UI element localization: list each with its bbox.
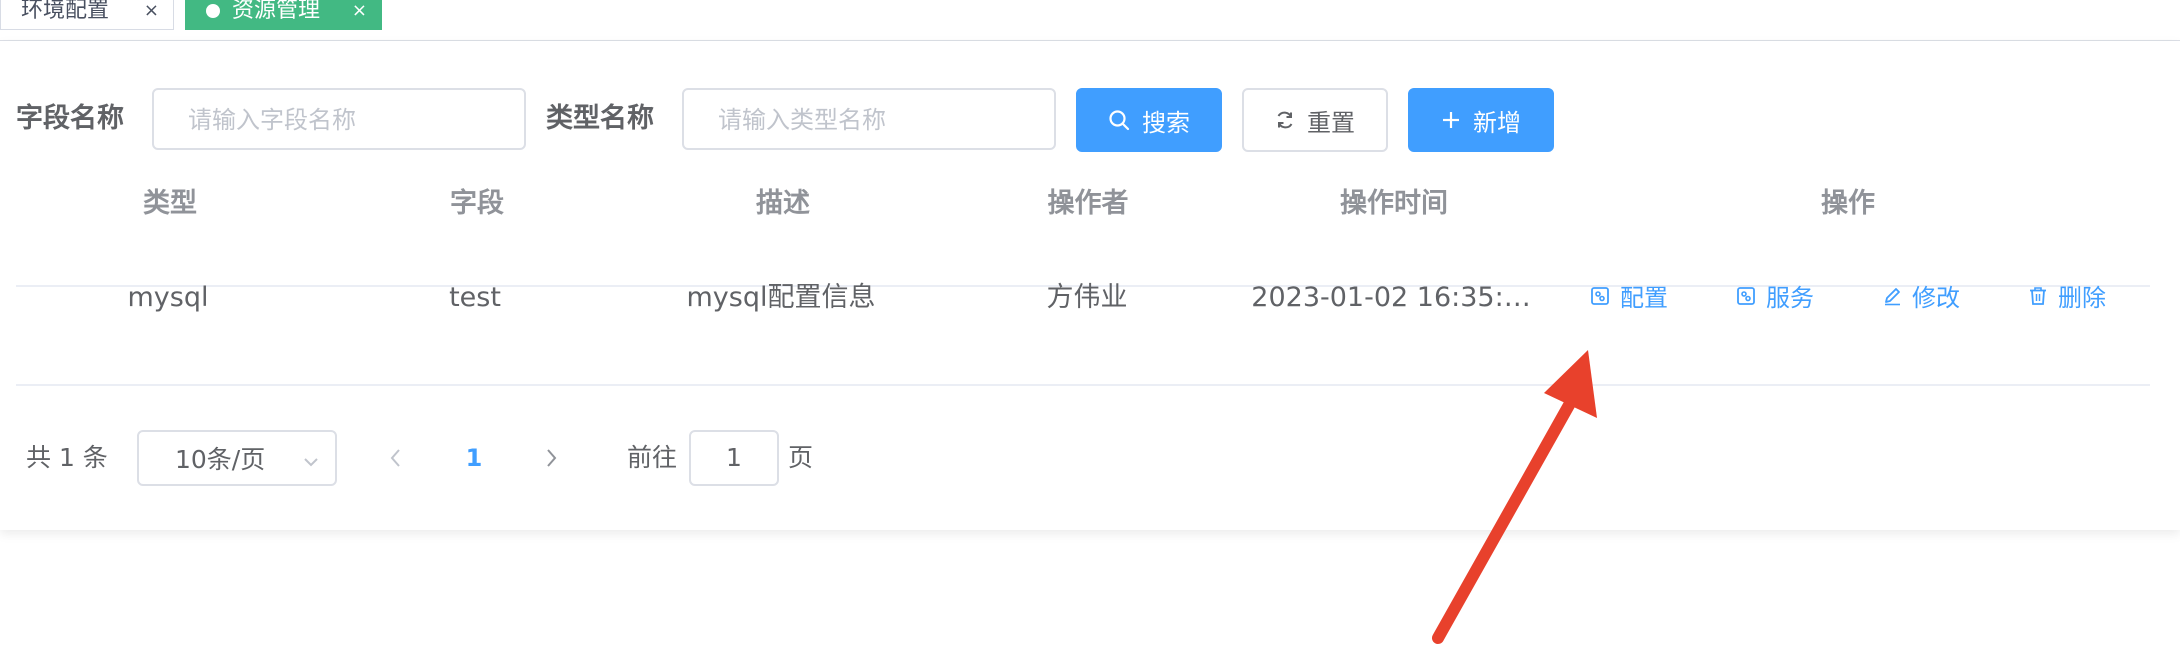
annotation-arrow <box>1432 350 1597 644</box>
